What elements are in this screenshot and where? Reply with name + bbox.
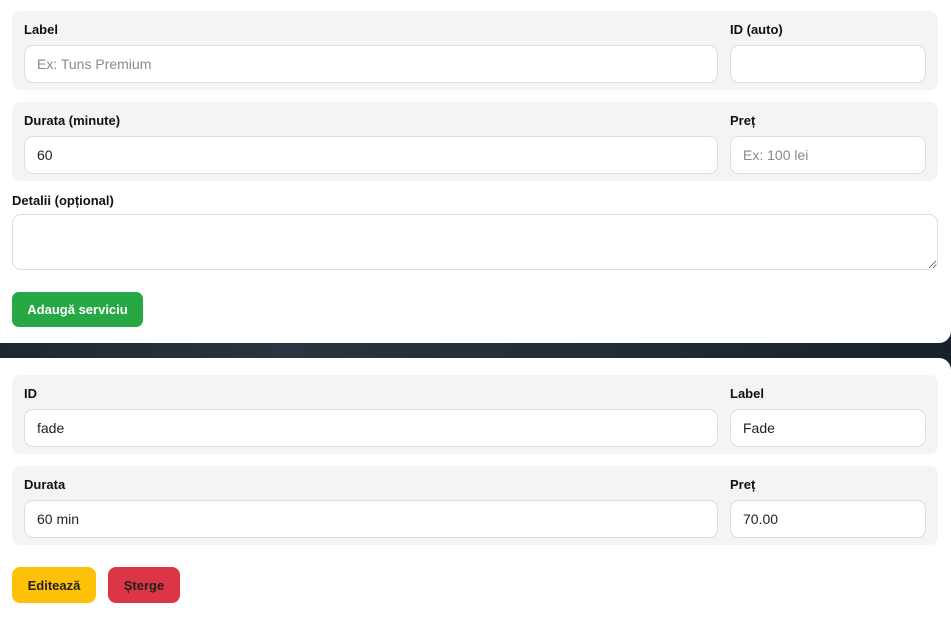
service-id-input[interactable] (24, 409, 718, 447)
duration-input[interactable] (24, 136, 718, 174)
service-label-field-label: Label (730, 386, 764, 401)
service-price-field-group: Preț (730, 477, 926, 538)
add-form-row-duration-price: Durata (minute) Preț (12, 102, 938, 181)
label-field-group: Label (24, 22, 718, 83)
delete-service-button[interactable]: Șterge (108, 567, 180, 603)
service-row-id-label: ID Label (12, 375, 938, 454)
id-auto-field-label: ID (auto) (730, 22, 783, 37)
service-id-field-group: ID (24, 386, 718, 447)
service-row-duration-price: Durata Preț (12, 466, 938, 545)
add-service-button[interactable]: Adaugă serviciu (12, 292, 143, 327)
id-auto-field-group: ID (auto) (730, 22, 926, 83)
service-duration-input[interactable] (24, 500, 718, 538)
service-price-field-label: Preț (730, 477, 756, 492)
service-label-field-group: Label (730, 386, 926, 447)
details-textarea[interactable] (12, 214, 938, 270)
add-service-card: Label ID (auto) Durata (minute) Preț Det… (0, 0, 951, 343)
price-input[interactable] (730, 136, 926, 174)
service-label-input[interactable] (730, 409, 926, 447)
service-id-field-label: ID (24, 386, 37, 401)
price-field-label: Preț (730, 113, 756, 128)
duration-field-label: Durata (minute) (24, 113, 121, 128)
add-form-row-label-id: Label ID (auto) (12, 11, 938, 90)
service-duration-field-label: Durata (24, 477, 66, 492)
duration-field-group: Durata (minute) (24, 113, 718, 174)
label-input[interactable] (24, 45, 718, 83)
service-price-input[interactable] (730, 500, 926, 538)
details-field-group: Detalii (opțional) (12, 193, 938, 270)
service-duration-field-group: Durata (24, 477, 718, 538)
details-field-label: Detalii (opțional) (12, 193, 114, 208)
id-auto-input[interactable] (730, 45, 926, 83)
price-field-group: Preț (730, 113, 926, 174)
label-field-label: Label (24, 22, 58, 37)
edit-service-button[interactable]: Editează (12, 567, 96, 603)
